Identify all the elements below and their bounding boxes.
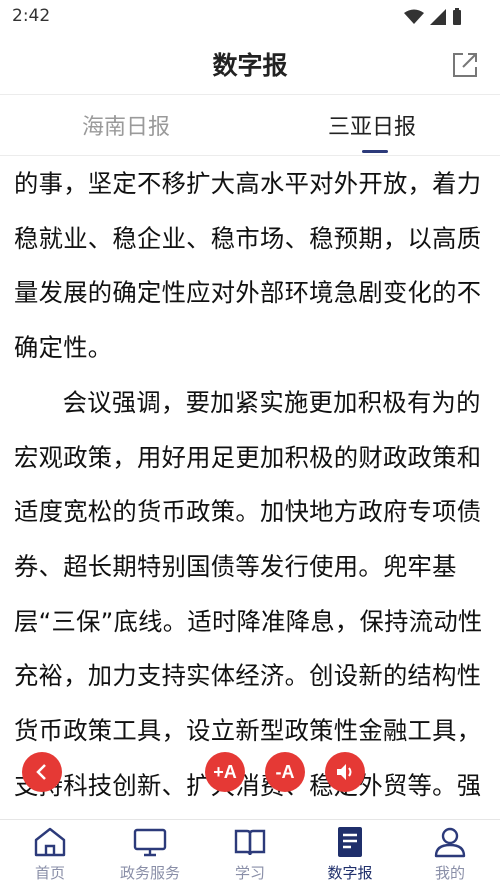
app-header: 数字报 [0, 34, 500, 95]
nav-item-digital-paper[interactable]: 数字报 [305, 826, 395, 883]
tab-active-indicator [362, 150, 388, 153]
audio-read-button[interactable] [325, 752, 365, 792]
nav-item-home[interactable]: 首页 [5, 826, 95, 883]
signal-icon [430, 9, 446, 25]
newspaper-icon [338, 827, 362, 857]
status-icons [404, 8, 462, 26]
user-icon [434, 827, 466, 858]
article-body: 的事，坚定不移扩大高水平对外开放，着力稳就业、稳企业、稳市场、稳预期，以高质量发… [14, 157, 492, 815]
share-external-icon[interactable] [450, 50, 480, 80]
speaker-icon [337, 764, 352, 780]
home-icon [34, 827, 66, 857]
nav-label: 学习 [234, 864, 265, 882]
nav-item-gov-services[interactable]: 政务服务 [105, 826, 195, 883]
monitor-icon [133, 828, 167, 857]
status-bar: 2:42 [0, 0, 500, 34]
book-icon [234, 829, 266, 856]
tab-hainan-daily[interactable]: 海南日报 [82, 109, 170, 141]
nav-label: 首页 [34, 864, 65, 882]
wifi-icon [404, 9, 424, 24]
font-decrease-button[interactable]: -A [265, 752, 305, 792]
chevron-left-icon [36, 764, 46, 780]
nav-label: 我的 [434, 864, 465, 882]
nav-item-mine[interactable]: 我的 [405, 826, 495, 883]
back-button[interactable] [22, 752, 62, 792]
bottom-nav: 首页 政务服务 学习 数字报 我的 [0, 819, 500, 890]
article-paragraph: 会议强调，要加紧实施更加积极有为的宏观政策，用好用足更加积极的财政政策和适度宽松… [14, 387, 483, 800]
paper-tabs: 海南日报 三亚日报 [0, 95, 500, 156]
page-title: 数字报 [212, 51, 288, 80]
font-increase-button[interactable]: +A [205, 752, 245, 792]
battery-icon [453, 8, 461, 25]
nav-label: 政务服务 [119, 864, 180, 882]
tab-sanya-daily[interactable]: 三亚日报 [328, 109, 416, 141]
nav-label: 数字报 [327, 864, 373, 882]
status-time: 2:42 [12, 6, 51, 26]
nav-item-study[interactable]: 学习 [205, 826, 295, 883]
article-paragraph: 的事，坚定不移扩大高水平对外开放，着力稳就业、稳企业、稳市场、稳预期，以高质量发… [14, 169, 482, 363]
